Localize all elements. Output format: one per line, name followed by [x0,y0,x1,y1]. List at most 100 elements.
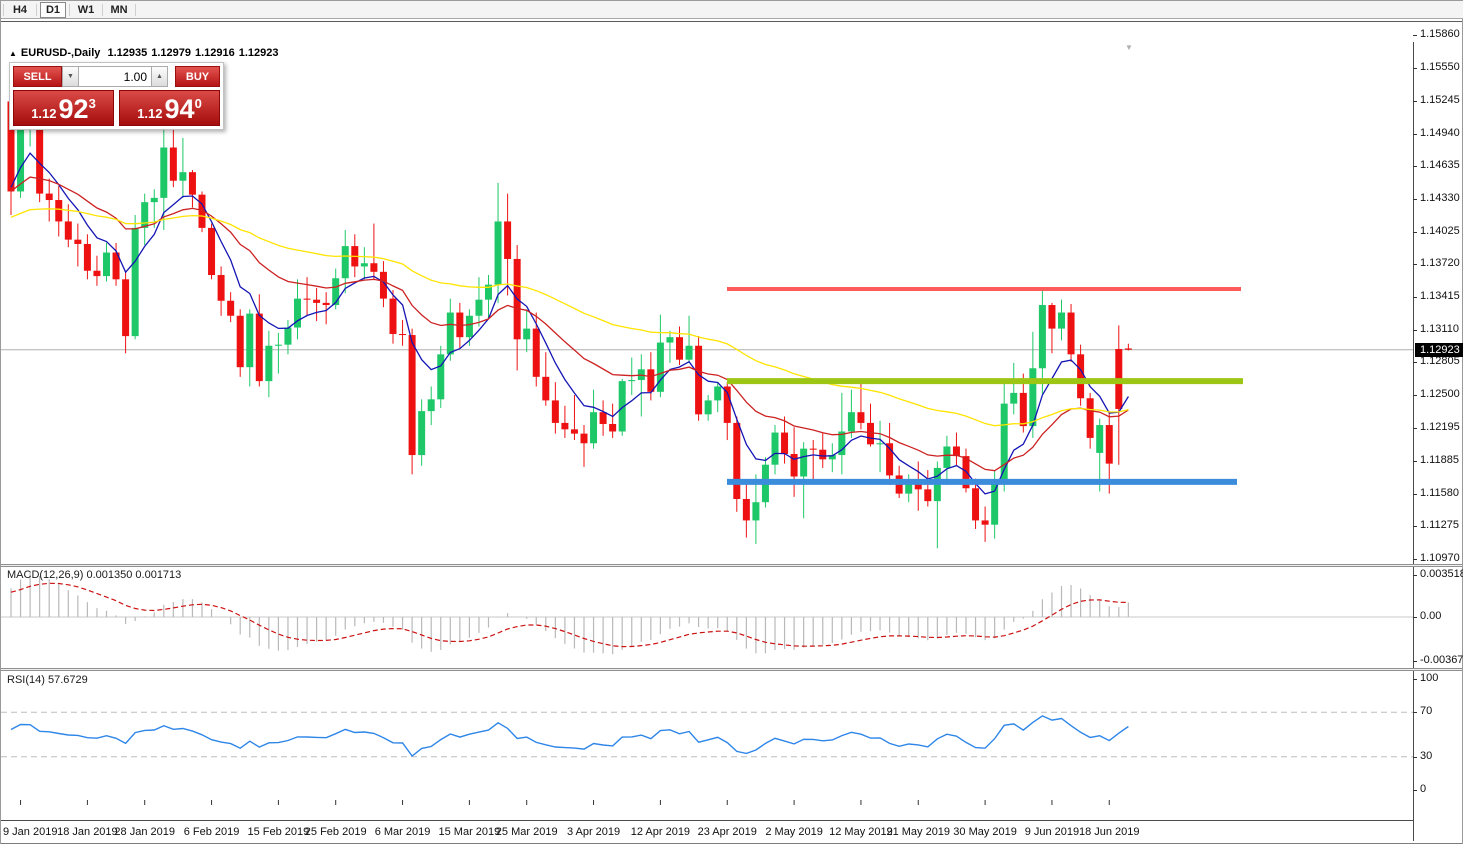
buy-price-button[interactable]: 1.12 94 0 [119,90,220,126]
date-axis-label: 18 Jan 2019 [57,826,118,838]
price-axis-label: 1.15245 [1420,94,1460,106]
price-axis-label: 1.15860 [1420,28,1460,40]
price-axis-label: 1.12805 [1420,355,1460,367]
date-axis-label: 30 May 2019 [953,826,1017,838]
date-axis-label: 25 Feb 2019 [305,826,367,838]
axis-tick [1413,494,1417,495]
axis-tick [1413,395,1417,396]
mt4-window: H4 D1 W1 MN ▲ EURUSD-,Daily 1.12935 1.12979 1.… [0,0,1463,844]
buy-price-pip: 0 [195,96,202,111]
rsi-axis-label: 30 [1420,750,1432,762]
sell-price-prefix: 1.12 [31,105,56,123]
one-click-trade-panel: SELL ▼ ▲ BUY 1.12 92 3 1.12 94 0 [9,62,224,130]
price-axis-label: 1.11275 [1420,519,1459,531]
timeframe-toolbar: H4 D1 W1 MN [1,1,1463,19]
rsi-label: RSI(14) 57.6729 [7,674,88,686]
price-axis-line [1413,42,1414,841]
date-axis-label: 28 Jan 2019 [114,826,175,838]
date-axis-label: 9 Jan 2019 [3,826,57,838]
toolbar-separator [3,4,4,16]
date-axis-label: 21 May 2019 [886,826,950,838]
axis-tick [1413,461,1417,462]
chart-shift-marker-icon[interactable]: ▼ [1125,43,1133,52]
date-axis-label: 12 May 2019 [829,826,893,838]
price-axis-label: 1.14025 [1420,225,1460,237]
ohlc-close: 1.12923 [239,47,279,59]
chart-title: ▲ EURUSD-,Daily 1.12935 1.12979 1.12916 1.12… [9,47,283,59]
toolbar-separator [135,4,136,16]
timeframe-button-mn[interactable]: MN [106,2,132,18]
macd-label: MACD(12,26,9) 0.001350 0.001713 [7,569,181,581]
rsi-pane-splitter[interactable] [1,668,1462,671]
price-axis-label: 1.13720 [1420,257,1460,269]
chart-canvas[interactable] [1,22,1463,844]
rsi-axis-label: 70 [1420,705,1432,717]
axis-tick [1413,661,1417,662]
symbol-label: EURUSD-,Daily [21,47,100,59]
ohlc-low: 1.12916 [195,47,235,59]
timeframe-button-w1[interactable]: W1 [73,2,99,18]
volume-increase-button[interactable]: ▲ [151,66,168,87]
axis-tick [1413,757,1417,758]
axis-tick [1413,617,1417,618]
price-axis-label: 1.12195 [1420,421,1460,433]
date-axis-label: 15 Feb 2019 [248,826,310,838]
macd-axis-label: 0.003518 [1420,568,1463,580]
macd-axis-label: -0.00367 [1420,654,1463,666]
price-axis-label: 1.12500 [1420,388,1460,400]
collapse-icon[interactable]: ▲ [9,49,17,58]
sell-price-button[interactable]: 1.12 92 3 [13,90,114,126]
current-price-box: 1.12923 [1415,343,1463,357]
axis-tick [1413,526,1417,527]
chart-frame: ▲ EURUSD-,Daily 1.12935 1.12979 1.12916 1.12… [1,21,1462,822]
sell-price-big: 92 [59,97,89,123]
price-axis-label: 1.13110 [1420,323,1459,335]
axis-tick [1413,575,1417,576]
price-axis-label: 1.14940 [1420,127,1460,139]
price-axis-label: 1.11580 [1420,487,1459,499]
axis-tick [1413,232,1417,233]
axis-tick [1413,330,1417,331]
axis-tick [1413,68,1417,69]
timeframe-button-h4[interactable]: H4 [7,2,33,18]
price-axis-label: 1.14330 [1420,192,1460,204]
axis-tick [1413,166,1417,167]
macd-pane-splitter[interactable] [1,564,1462,567]
ohlc-high: 1.12979 [151,47,191,59]
date-axis-label: 12 Apr 2019 [631,826,690,838]
price-axis-label: 1.15550 [1420,61,1460,73]
date-axis[interactable]: 9 Jan 201918 Jan 201928 Jan 20196 Feb 20… [1,820,1413,840]
axis-tick [1413,679,1417,680]
date-axis-label: 3 Apr 2019 [567,826,620,838]
toolbar-separator [69,4,70,16]
axis-tick [1413,134,1417,135]
price-axis-label: 1.10970 [1420,552,1460,564]
date-axis-label: 15 Mar 2019 [439,826,501,838]
rsi-axis-label: 0 [1420,783,1426,795]
price-axis-label: 1.13415 [1420,290,1460,302]
rsi-axis-label: 100 [1420,672,1438,684]
toolbar-separator [36,4,37,16]
volume-decrease-button[interactable]: ▼ [62,66,79,87]
axis-tick [1413,35,1417,36]
date-axis-label: 23 Apr 2019 [698,826,757,838]
axis-tick [1413,297,1417,298]
buy-price-big: 94 [165,97,195,123]
timeframe-button-d1[interactable]: D1 [40,2,66,18]
ohlc-open: 1.12935 [107,47,147,59]
date-axis-label: 18 Jun 2019 [1079,826,1140,838]
volume-input[interactable] [79,66,151,87]
sell-button[interactable]: SELL [13,66,62,87]
price-axis-label: 1.11885 [1420,454,1459,466]
date-axis-label: 2 May 2019 [765,826,822,838]
buy-price-prefix: 1.12 [137,105,162,123]
macd-axis-label: 0.00 [1420,610,1441,622]
axis-tick [1413,101,1417,102]
date-axis-label: 25 Mar 2019 [496,826,558,838]
date-axis-label: 6 Mar 2019 [375,826,431,838]
buy-button[interactable]: BUY [175,66,220,87]
sell-price-pip: 3 [89,96,96,111]
axis-tick [1413,559,1417,560]
axis-tick [1413,712,1417,713]
date-axis-label: 9 Jun 2019 [1025,826,1079,838]
